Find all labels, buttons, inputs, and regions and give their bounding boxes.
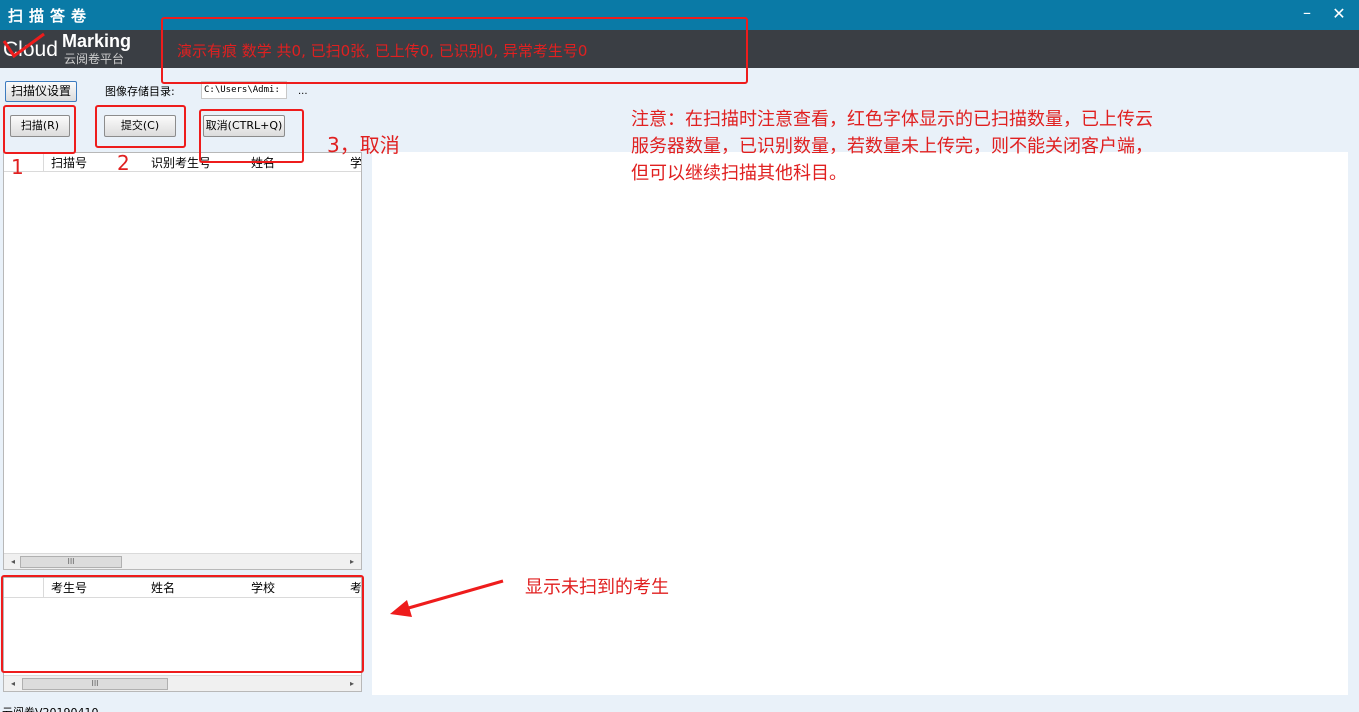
annotation-arrows xyxy=(2,32,504,617)
arrow-to-grid-icon xyxy=(404,579,504,611)
arrowhead-icon xyxy=(390,600,412,617)
check-arrow-icon xyxy=(2,32,45,59)
